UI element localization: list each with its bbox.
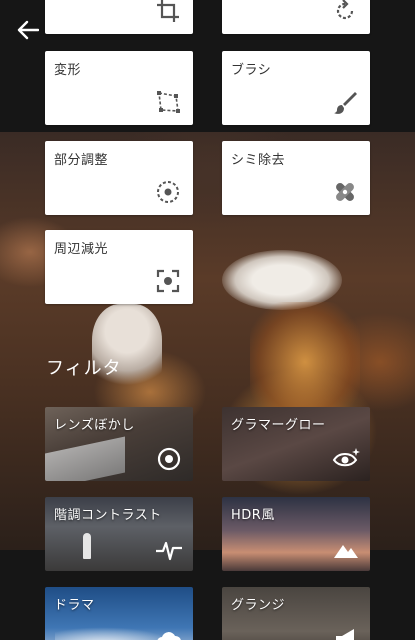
filter-label: ドラマ: [54, 598, 95, 613]
filter-label: グランジ: [231, 598, 286, 613]
filter-grunge[interactable]: グランジ: [222, 587, 370, 640]
tool-vignette[interactable]: 周辺減光: [45, 230, 193, 304]
cloud-icon: [157, 632, 181, 640]
selective-icon: [157, 181, 179, 203]
tool-label: 部分調整: [54, 153, 109, 168]
back-button[interactable]: [14, 16, 42, 44]
lens-blur-icon: [157, 447, 181, 471]
tool-brush[interactable]: ブラシ: [222, 51, 370, 125]
filter-label: レンズぼかし: [54, 418, 135, 433]
tool-selective[interactable]: 部分調整: [45, 141, 193, 215]
filter-glamour-glow[interactable]: グラマーグロー: [222, 407, 370, 481]
mountain-icon: [334, 545, 358, 558]
filter-hdr-scape[interactable]: HDR風: [222, 497, 370, 571]
filter-label: グラマーグロー: [231, 418, 326, 433]
tool-label: ブラシ: [231, 63, 272, 78]
tool-crop[interactable]: [45, 0, 193, 34]
tool-label: シミ除去: [231, 153, 286, 168]
filter-label: HDR風: [231, 508, 275, 523]
photo-cup: [250, 302, 360, 422]
crop-icon: [157, 0, 179, 22]
tool-label: 変形: [54, 63, 82, 78]
eye-sparkle-icon: [332, 448, 360, 467]
filter-thumb-person: [83, 533, 91, 559]
filter-drama[interactable]: ドラマ: [45, 587, 193, 640]
perspective-icon: [157, 91, 180, 113]
vignette-icon: [156, 269, 180, 293]
filter-tonal-contrast[interactable]: 階調コントラスト: [45, 497, 193, 571]
brush-icon: [334, 92, 357, 114]
filter-label: 階調コントラスト: [54, 508, 162, 523]
photo-figure-left: [92, 304, 162, 394]
pulse-icon: [156, 541, 182, 561]
megaphone-icon: [336, 629, 354, 640]
tool-rotate[interactable]: [222, 0, 370, 34]
rotate-icon: [336, 0, 354, 20]
arrow-left-icon: [17, 20, 39, 40]
tool-label: 周辺減光: [54, 242, 109, 257]
tool-perspective[interactable]: 変形: [45, 51, 193, 125]
bandage-icon: [336, 183, 354, 201]
filter-thumb-shape: [45, 436, 125, 481]
tool-healing[interactable]: シミ除去: [222, 141, 370, 215]
photo-figure-top: [222, 250, 342, 310]
filter-lens-blur[interactable]: レンズぼかし: [45, 407, 193, 481]
filters-section-title: フィルタ: [46, 358, 122, 379]
